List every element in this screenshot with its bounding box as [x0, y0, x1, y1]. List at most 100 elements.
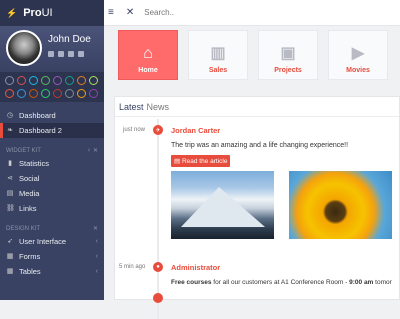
entry-author[interactable]: Jordan Carter: [171, 126, 220, 135]
leaf-icon: ❧: [7, 127, 13, 134]
read-article-button[interactable]: ▤ Read the article: [171, 155, 231, 167]
theme-swatch[interactable]: [65, 88, 74, 98]
user-name[interactable]: John Doe: [48, 34, 91, 45]
sidebar-item-label: Dashboard: [19, 111, 56, 120]
theme-swatch[interactable]: [41, 76, 50, 85]
section-label: DESIGN KIT: [6, 226, 41, 232]
section-tools-icon[interactable]: ♀ ✕: [87, 147, 98, 154]
theme-swatch[interactable]: [5, 76, 14, 85]
theme-swatch[interactable]: [17, 88, 26, 98]
film-icon: ▤: [6, 190, 14, 197]
mountain-photo[interactable]: [171, 171, 274, 239]
power-icon[interactable]: [78, 51, 84, 57]
sidebar-item-media[interactable]: ▤ Media: [0, 186, 104, 201]
home-icon: ⌂: [143, 45, 153, 62]
entry-text: The trip was an amazing and a life chang…: [171, 142, 349, 149]
document-icon: ▤: [174, 158, 182, 165]
theme-swatch[interactable]: [77, 88, 86, 98]
panel-title-bold: Latest: [119, 101, 144, 112]
entry-text-rest: for all our customers at A1 Conference R…: [211, 279, 350, 286]
menu-icon[interactable]: ≡: [108, 7, 114, 18]
dashboard-icon: ◷: [6, 112, 14, 119]
sidebar-item-dashboard[interactable]: ◷ Dashboard: [0, 108, 104, 123]
briefcase-icon: ▣: [280, 45, 296, 62]
panel-title: Latest News: [115, 97, 399, 117]
mail-icon[interactable]: [58, 51, 64, 57]
sidebar-item-social[interactable]: ⋖ Social: [0, 171, 104, 186]
play-icon: ▶: [351, 45, 365, 62]
tile-sales[interactable]: ▥ Sales: [188, 30, 248, 80]
brand-name-bold: Pro: [23, 7, 42, 19]
search-input[interactable]: Search..: [144, 8, 174, 17]
theme-swatches: [0, 72, 104, 102]
entry-text: Free courses for all our customers at A1…: [171, 279, 392, 286]
bar-chart-icon: ▮: [8, 160, 12, 167]
sidebar-item-forms[interactable]: ▦ Forms ‹: [0, 249, 104, 264]
sidebar-item-label: Social: [19, 174, 40, 183]
table-icon: ▦: [6, 268, 14, 275]
theme-swatch[interactable]: [89, 76, 98, 85]
sidebar-item-dashboard-2[interactable]: ❧ Dashboard 2: [0, 123, 104, 138]
sunflower-photo[interactable]: [289, 171, 392, 239]
section-widget-kit: WIDGET KIT ♀ ✕: [0, 142, 104, 156]
user-icon: ●: [153, 262, 163, 272]
user-icon[interactable]: [48, 51, 54, 57]
entry-text-tail: tomor: [373, 279, 392, 286]
chevron-left-icon: ‹: [95, 253, 98, 260]
tools-icon[interactable]: ✕: [126, 7, 134, 18]
bolt-icon: ⚡: [6, 7, 18, 18]
sidebar-item-links[interactable]: ⛓ Links: [0, 201, 104, 216]
top-bar: ≡ ✕ Search..: [104, 0, 400, 26]
theme-swatch[interactable]: [53, 88, 62, 98]
sidebar-item-label: Media: [19, 189, 40, 198]
tile-label: Movies: [346, 67, 370, 74]
brand-name-rest: UI: [41, 7, 53, 19]
settings-icon[interactable]: [68, 51, 74, 57]
sidebar-item-label: Dashboard 2: [19, 126, 62, 135]
avatar[interactable]: [6, 30, 42, 66]
theme-swatch[interactable]: [41, 88, 50, 98]
section-tools-icon[interactable]: ✕: [93, 225, 98, 232]
latest-news-panel: Latest News just now ✈ Jordan Carter The …: [114, 96, 400, 319]
section-label: WIDGET KIT: [6, 148, 41, 154]
sidebar-item-label: Forms: [19, 252, 41, 261]
theme-swatch[interactable]: [77, 76, 86, 85]
theme-swatch[interactable]: [65, 76, 74, 85]
rocket-icon: ➶: [7, 238, 13, 245]
sidebar-nav: ◷ Dashboard ❧ Dashboard 2 WIDGET KIT ♀ ✕…: [0, 102, 104, 279]
bar-chart-icon: ▥: [210, 45, 226, 62]
entry-text-time: 9:00 am: [349, 279, 374, 286]
user-panel: John Doe: [0, 26, 104, 72]
theme-swatch[interactable]: [29, 88, 38, 98]
sidebar: ⚡ Pro UI John Doe ◷ Dashboard ❧ Dashboar…: [0, 0, 104, 300]
tile-home[interactable]: ⌂ Home: [118, 30, 178, 80]
tile-label: Home: [138, 67, 158, 74]
quick-tiles: ⌂ Home ▥ Sales ▣ Projects ▶ Movies: [104, 26, 400, 88]
sidebar-item-label: Links: [19, 204, 37, 213]
theme-swatch[interactable]: [17, 76, 26, 85]
timeline-line: [157, 119, 159, 319]
sidebar-item-label: User Interface: [19, 237, 67, 246]
tile-projects[interactable]: ▣ Projects: [258, 30, 318, 80]
timeline-dot: [153, 293, 163, 303]
sidebar-item-tables[interactable]: ▦ Tables ‹: [0, 264, 104, 279]
read-article-label: Read the article: [181, 158, 228, 165]
theme-swatch[interactable]: [29, 76, 38, 85]
plane-icon: ✈: [153, 125, 163, 135]
entry-author[interactable]: Administrator: [171, 263, 220, 272]
chevron-left-icon: ‹: [95, 268, 98, 275]
sidebar-item-label: Statistics: [19, 159, 50, 168]
theme-swatch[interactable]: [89, 88, 98, 98]
tile-movies[interactable]: ▶ Movies: [328, 30, 388, 80]
entry-text-bold: Free courses: [171, 279, 212, 286]
tile-label: Projects: [274, 67, 302, 74]
notes-icon: ▦: [6, 253, 14, 260]
theme-swatch[interactable]: [53, 76, 62, 85]
share-icon: ⋖: [7, 175, 13, 182]
sidebar-item-user-interface[interactable]: ➶ User Interface ‹: [0, 234, 104, 249]
tile-label: Sales: [208, 67, 228, 74]
brand[interactable]: ⚡ Pro UI: [0, 0, 104, 26]
sidebar-item-statistics[interactable]: ▮ Statistics: [0, 156, 104, 171]
chevron-left-icon: ‹: [95, 238, 98, 245]
theme-swatch[interactable]: [5, 88, 14, 98]
